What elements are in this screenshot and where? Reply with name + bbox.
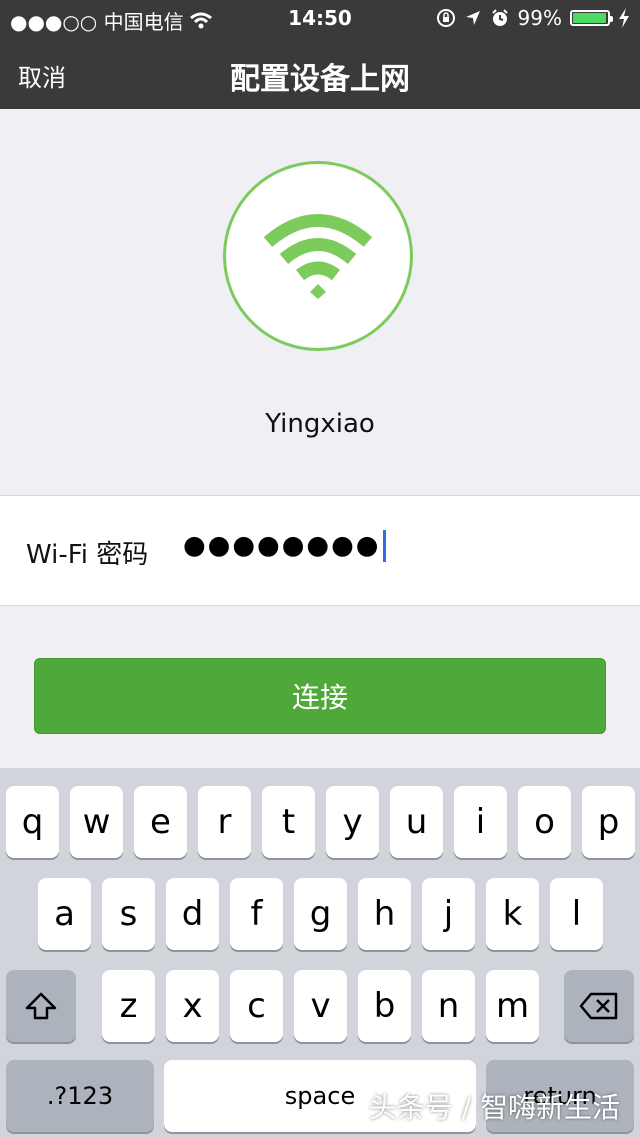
status-right: 99% [436, 6, 630, 30]
backspace-icon [579, 992, 618, 1020]
password-input[interactable]: ●●●●●●●● [183, 530, 386, 562]
charging-bolt-icon [619, 8, 629, 28]
key-c[interactable]: c [230, 970, 283, 1042]
network-hero: Yingxiao [0, 109, 640, 495]
key-w[interactable]: w [70, 786, 123, 858]
key-o[interactable]: o [518, 786, 571, 858]
connect-button[interactable]: 连接 [34, 658, 606, 734]
key-f[interactable]: f [230, 878, 283, 950]
navigation-bar: 取消 配置设备上网 [0, 36, 640, 109]
password-value: ●●●●●●●● [183, 530, 381, 561]
key-d[interactable]: d [166, 878, 219, 950]
alarm-icon [491, 9, 508, 26]
network-ssid: Yingxiao [265, 409, 375, 439]
key-p[interactable]: p [582, 786, 635, 858]
key-x[interactable]: x [166, 970, 219, 1042]
battery-icon [570, 10, 613, 26]
key-q[interactable]: q [6, 786, 59, 858]
rotation-lock-icon [436, 9, 455, 27]
wifi-badge [223, 161, 413, 351]
key-m[interactable]: m [486, 970, 539, 1042]
watermark: 头条号 / 智嗨新生活 [368, 1091, 620, 1124]
key-j[interactable]: j [422, 878, 475, 950]
shift-icon [25, 992, 57, 1020]
keyboard: q w e r t y u i o p a s d f g h j k l z … [0, 768, 640, 1138]
key-t[interactable]: t [262, 786, 315, 858]
location-icon [465, 11, 480, 25]
key-b[interactable]: b [358, 970, 411, 1042]
key-u[interactable]: u [390, 786, 443, 858]
key-i[interactable]: i [454, 786, 507, 858]
key-z[interactable]: z [102, 970, 155, 1042]
connect-button-label: 连接 [291, 681, 348, 714]
password-row[interactable]: Wi-Fi 密码 ●●●●●●●● [0, 495, 640, 606]
battery-percent: 99% [517, 6, 562, 30]
key-a[interactable]: a [38, 878, 91, 950]
page-title: 配置设备上网 [230, 62, 410, 97]
status-bar: ●●●○○ 中国电信 14:50 99% [0, 0, 640, 36]
key-k[interactable]: k [486, 878, 539, 950]
key-r[interactable]: r [198, 786, 251, 858]
numbers-key[interactable]: .?123 [6, 1060, 154, 1132]
text-caret [382, 530, 386, 562]
shift-key[interactable] [6, 970, 76, 1042]
key-y[interactable]: y [326, 786, 379, 858]
key-v[interactable]: v [294, 970, 347, 1042]
backspace-key[interactable] [564, 970, 634, 1042]
password-label: Wi-Fi 密码 [26, 540, 149, 570]
key-l[interactable]: l [550, 878, 603, 950]
key-g[interactable]: g [294, 878, 347, 950]
key-e[interactable]: e [134, 786, 187, 858]
key-n[interactable]: n [422, 970, 475, 1042]
wifi-icon [263, 214, 373, 299]
key-s[interactable]: s [102, 878, 155, 950]
key-h[interactable]: h [358, 878, 411, 950]
